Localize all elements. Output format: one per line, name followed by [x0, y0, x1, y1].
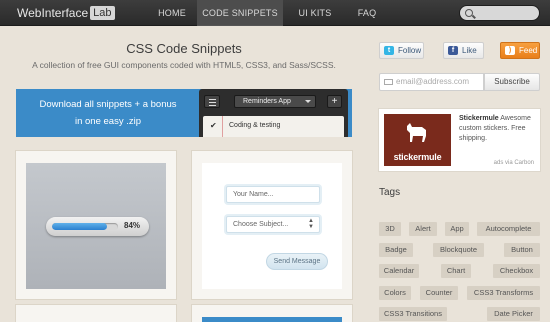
mule-logo-icon	[407, 123, 426, 142]
top-nav-bar: WebInterface Lab HOME CODE SNIPPETS UI K…	[0, 0, 550, 26]
ad-credit[interactable]: ads via Carbon	[494, 160, 534, 166]
mail-icon	[384, 79, 393, 85]
site-logo[interactable]: WebInterface Lab	[17, 5, 115, 21]
snippet-card-progress-bar[interactable]: 84%	[16, 151, 176, 299]
app-select: Reminders App	[234, 95, 316, 108]
progress-fill	[52, 223, 108, 230]
twitter-follow-button[interactable]: t Follow	[379, 42, 424, 59]
snippet-card[interactable]	[16, 305, 176, 322]
nav-ui-kits[interactable]: UI KITS	[290, 0, 340, 26]
banner-line-1: Download all snippets + a bonus	[39, 99, 177, 110]
tag-button[interactable]: Button	[504, 243, 540, 257]
progress-track	[52, 223, 118, 230]
tag-colors[interactable]: Colors	[379, 286, 411, 300]
snippet-preview: Your Name... Choose Subject... ▲ ▼ Send M…	[202, 163, 342, 289]
stickermule-ad-image[interactable]: stickermule	[384, 114, 451, 166]
progress-bar: 84%	[46, 217, 149, 236]
nav-faq[interactable]: FAQ	[347, 0, 387, 26]
select-arrows-icon: ▲ ▼	[308, 218, 314, 230]
margin-line	[222, 116, 223, 137]
tag-date-picker[interactable]: Date Picker	[487, 307, 540, 321]
rss-icon: )	[505, 46, 515, 55]
tag-alert[interactable]: Alert	[409, 222, 437, 236]
checkmark-icon: ✔	[210, 121, 217, 130]
nav-code-snippets[interactable]: CODE SNIPPETS	[197, 0, 283, 26]
tag-css3-transitions[interactable]: CSS3 Transitions	[379, 307, 447, 321]
menu-icon	[204, 95, 220, 108]
email-input[interactable]: email@address.com	[379, 73, 484, 91]
task-item: ✔ Coding & testing	[203, 116, 344, 137]
download-banner-text[interactable]: Download all snippets + a bonus in one e…	[16, 96, 200, 130]
tag-app[interactable]: App	[445, 222, 469, 236]
send-message-button: Send Message	[266, 253, 328, 270]
banner-line-2: in one easy .zip	[74, 116, 141, 127]
logo-badge: Lab	[90, 6, 115, 20]
search-icon	[465, 9, 473, 17]
snippet-preview: 84%	[26, 163, 166, 289]
subject-select-label: Choose Subject...	[233, 221, 289, 228]
tag-checkbox[interactable]: Checkbox	[493, 264, 540, 278]
tag-counter[interactable]: Counter	[420, 286, 458, 300]
follow-label: Follow	[398, 46, 422, 55]
tag-blockquote[interactable]: Blockquote	[433, 243, 484, 257]
email-placeholder: email@address.com	[396, 77, 470, 86]
chevron-down-icon	[305, 100, 311, 103]
name-field: Your Name...	[226, 186, 320, 203]
page-subtitle: A collection of free GUI components code…	[32, 60, 336, 70]
ad-text[interactable]: Stickermule Awesome custom stickers. Fre…	[459, 114, 535, 144]
snippet-preview	[202, 317, 342, 322]
rss-feed-button[interactable]: ) Feed	[500, 42, 540, 59]
tags-heading: Tags	[379, 187, 401, 198]
carbon-ad[interactable]: stickermule Stickermule Awesome custom s…	[379, 109, 540, 171]
reminders-app-preview: Reminders App + ✔ Coding & testing	[199, 89, 348, 137]
twitter-icon: t	[384, 46, 394, 55]
logo-text: WebInterface	[17, 6, 89, 20]
tag-chart[interactable]: Chart	[441, 264, 471, 278]
snippet-card-contact-form[interactable]: Your Name... Choose Subject... ▲ ▼ Send M…	[192, 151, 352, 299]
tag-css3-transforms[interactable]: CSS3 Transforms	[467, 286, 540, 300]
search-input[interactable]	[459, 5, 540, 21]
facebook-icon: f	[448, 46, 458, 55]
app-select-label: Reminders App	[243, 98, 291, 105]
tag-3d[interactable]: 3D	[379, 222, 401, 236]
nav-home[interactable]: HOME	[150, 0, 194, 26]
progress-percentage: 84%	[124, 221, 141, 230]
like-label: Like	[462, 46, 477, 55]
feed-label: Feed	[519, 46, 538, 55]
subject-select: Choose Subject... ▲ ▼	[226, 216, 320, 233]
task-label: Coding & testing	[229, 122, 281, 129]
facebook-like-button[interactable]: f Like	[443, 42, 484, 59]
tag-autocomplete[interactable]: Autocomplete	[477, 222, 540, 236]
ad-brand-name: Stickermule	[459, 115, 499, 122]
tag-badge[interactable]: Badge	[379, 243, 413, 257]
subscribe-button[interactable]: Subscribe	[484, 73, 540, 91]
plus-icon: +	[327, 95, 342, 108]
tag-calendar[interactable]: Calendar	[379, 264, 419, 278]
page-title: CSS Code Snippets	[126, 41, 242, 56]
snippet-card[interactable]	[192, 305, 352, 322]
ad-brand-logo: stickermule	[393, 152, 442, 162]
